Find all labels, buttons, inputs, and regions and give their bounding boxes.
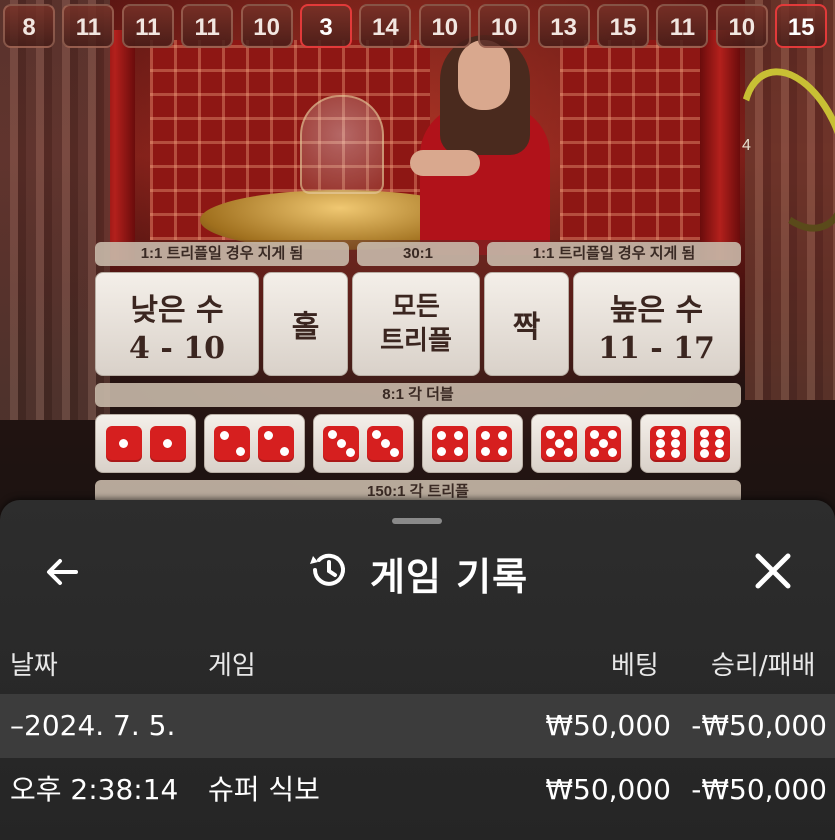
result-history-strip: 8 11 11 11 10 3 14 10 10 13 15 11 10 15 <box>0 4 835 48</box>
entry-result: -₩50,000 <box>691 773 827 806</box>
bet-any-triple-line1: 모든 <box>392 292 440 322</box>
die-face-2-icon <box>214 425 251 462</box>
big-payout-label: 1:1 트리플일 경우 지게 됨 <box>487 242 741 266</box>
date-group-bet: ₩50,000 <box>545 709 671 742</box>
entry-time: 오후 2:38:14 <box>10 773 179 806</box>
bet-even[interactable]: 짝 <box>484 272 569 376</box>
bet-double-3[interactable] <box>312 414 414 473</box>
die-face-4-icon <box>432 425 469 462</box>
die-face-6-icon <box>694 425 730 462</box>
history-result-chip: 3 <box>300 4 352 48</box>
date-group-result: -₩50,000 <box>691 709 827 742</box>
bet-big[interactable]: 높은 수 11 - 17 <box>573 272 740 376</box>
history-clock-icon <box>306 548 350 592</box>
column-header-date[interactable]: 날짜 <box>10 645 58 682</box>
die-face-5-icon <box>541 425 578 462</box>
any-triple-payout-label: 30:1 <box>357 242 479 266</box>
bet-any-triple-line2: 트리플 <box>380 326 452 356</box>
column-header-game[interactable]: 게임 <box>208 645 256 682</box>
bet-small-title: 낮은 수 <box>130 293 224 328</box>
bet-double-6[interactable] <box>639 414 741 473</box>
bet-double-5[interactable] <box>530 414 632 473</box>
history-result-chip: 14 <box>359 4 412 48</box>
column-header-bet[interactable]: 베팅 <box>611 645 659 682</box>
table-row[interactable]: 오후 2:38:14 슈퍼 식보 ₩50,000 -₩50,000 <box>0 758 835 822</box>
die-face-4-icon <box>476 425 513 462</box>
close-button[interactable] <box>752 550 794 592</box>
history-result-chip: 10 <box>418 4 471 48</box>
column-header-result[interactable]: 승리/패배 <box>711 645 815 682</box>
bet-big-title: 높은 수 <box>609 293 704 328</box>
history-result-chip: 8 <box>3 4 55 48</box>
die-face-5-icon <box>585 425 622 462</box>
bet-even-label: 짝 <box>512 310 541 345</box>
history-result-chip: 10 <box>478 4 531 48</box>
back-button[interactable] <box>42 552 82 592</box>
die-face-1-icon <box>105 425 142 462</box>
history-result-chip: 15 <box>775 4 828 48</box>
bet-big-range: 11 - 17 <box>598 331 715 366</box>
bet-double-4[interactable] <box>421 414 523 473</box>
die-face-6-icon <box>650 425 686 462</box>
dealer-hands <box>410 150 480 176</box>
bet-double-1[interactable] <box>95 414 196 473</box>
history-result-chip: 10 <box>715 4 768 48</box>
die-face-3-icon <box>367 425 404 462</box>
bet-odd[interactable]: 홀 <box>263 272 348 376</box>
close-icon <box>755 553 791 589</box>
history-result-chip: 11 <box>181 4 234 48</box>
date-group-row[interactable]: –2024. 7. 5. ₩50,000 -₩50,000 <box>0 694 835 758</box>
dice-shaker-dome <box>300 95 384 194</box>
history-result-chip: 11 <box>62 4 115 48</box>
bet-any-triple[interactable]: 모든 트리플 <box>352 272 480 376</box>
bet-small-range: 4 - 10 <box>129 331 225 366</box>
entry-bet: ₩50,000 <box>545 773 671 806</box>
game-history-sheet: 게임 기록 날짜 게임 베팅 승리/패배 –2024. 7. 5. ₩50,00… <box>0 500 835 840</box>
red-pillar <box>700 30 740 260</box>
double-payout-label: 8:1 각 더블 <box>95 383 741 407</box>
entry-game: 슈퍼 식보 <box>208 773 320 806</box>
history-result-chip: 11 <box>121 4 174 48</box>
die-face-1-icon <box>149 425 186 462</box>
bet-odd-label: 홀 <box>291 310 320 345</box>
sheet-drag-handle[interactable] <box>392 518 442 524</box>
bet-double-2[interactable] <box>203 414 305 473</box>
bet-small[interactable]: 낮은 수 4 - 10 <box>95 272 259 376</box>
lattice-wall-right <box>560 40 710 240</box>
history-result-chip: 11 <box>656 4 709 48</box>
history-result-chip: 13 <box>537 4 590 48</box>
date-group-date: –2024. 7. 5. <box>10 709 176 742</box>
history-result-chip: 15 <box>597 4 649 48</box>
dealer-face <box>458 40 510 110</box>
countdown-timer-value: 4 <box>742 137 751 154</box>
die-face-3-icon <box>323 425 360 462</box>
history-result-chip: 10 <box>240 4 293 48</box>
die-face-2-icon <box>258 425 295 462</box>
sheet-title: 게임 기록 <box>370 555 529 599</box>
small-payout-label: 1:1 트리플일 경우 지게 됨 <box>95 242 349 266</box>
arrow-left-icon <box>47 559 78 585</box>
